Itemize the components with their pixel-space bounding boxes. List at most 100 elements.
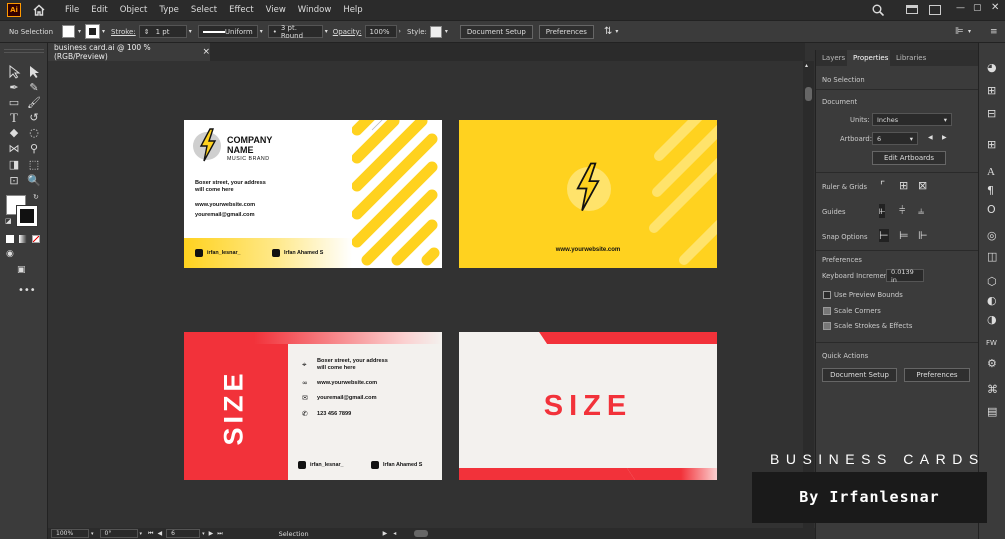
snap-glyph-icon[interactable]: ⊩ <box>918 229 928 242</box>
appearance-panel-icon[interactable]: ◎ <box>987 229 997 242</box>
menu-window[interactable]: Window <box>298 5 332 15</box>
opacity-dropdown-icon[interactable]: › <box>399 28 401 35</box>
zoom-tool-icon[interactable]: 🔍 <box>27 174 41 188</box>
lock-guides-icon[interactable]: ⫩ <box>899 204 905 218</box>
brush-select[interactable]: • 3 pt. Round <box>267 24 323 40</box>
toolbar-collapse-icon[interactable] <box>4 49 44 53</box>
align-icon[interactable]: ⊫ <box>955 26 964 37</box>
swatches-panel-icon[interactable]: ⊞ <box>987 84 996 97</box>
smart-guides-icon[interactable]: ⫨ <box>918 204 924 218</box>
graphic-styles-panel-icon[interactable]: ◫ <box>987 250 997 263</box>
zoom-field[interactable]: 100% <box>51 529 89 538</box>
transparency-panel-icon[interactable]: ◑ <box>987 313 997 326</box>
artboard-card-4[interactable]: SIZE <box>459 332 717 480</box>
menu-type[interactable]: Type <box>159 5 179 15</box>
home-icon[interactable] <box>33 4 45 16</box>
stroke-profile-select[interactable]: Uniform <box>197 25 258 38</box>
stroke-color-box[interactable] <box>16 205 38 227</box>
horizontal-scroll-thumb[interactable] <box>414 530 429 537</box>
swap-fill-stroke-icon[interactable]: ↻ <box>33 193 39 201</box>
color-panel-icon[interactable]: ◕ <box>987 61 997 74</box>
tab-libraries[interactable]: Libraries <box>896 54 926 62</box>
close-window-icon[interactable]: ✕ <box>991 2 999 13</box>
document-tab[interactable]: business card.ai @ 100 % (RGB/Preview) × <box>48 43 210 61</box>
arrange-icon[interactable]: ⇅ <box>604 26 612 37</box>
artboard-prev-icon[interactable]: ◀ <box>928 134 933 141</box>
layers-alt-icon[interactable]: ▤ <box>987 405 997 418</box>
asset-export-icon[interactable]: ⚙ <box>987 357 997 370</box>
menu-select[interactable]: Select <box>191 5 217 15</box>
rectangle-tool-icon[interactable]: ▭ <box>7 96 21 110</box>
paragraph-panel-icon[interactable]: ¶ <box>987 184 994 197</box>
eraser-tool-icon[interactable]: ◆ <box>7 126 21 140</box>
default-fill-stroke-icon[interactable]: ◪ <box>5 217 12 225</box>
3d-panel-icon[interactable]: ⬡ <box>987 275 997 288</box>
keyboard-increment-field[interactable]: 0.0139 in <box>886 268 924 284</box>
preferences-button[interactable]: Preferences <box>538 24 594 39</box>
quick-document-setup-button[interactable]: Document Setup <box>822 368 897 382</box>
fill-swatch[interactable] <box>62 25 75 38</box>
stroke-swatch[interactable] <box>85 24 101 39</box>
tab-layers[interactable]: Layers <box>822 54 845 62</box>
style-swatch[interactable] <box>429 25 442 38</box>
paintbrush-tool-icon[interactable]: 🖌 <box>27 96 41 110</box>
close-tab-icon[interactable]: × <box>202 47 210 57</box>
edit-toolbar-icon[interactable]: ••• <box>18 285 36 296</box>
scroll-thumb[interactable] <box>805 87 812 101</box>
quick-preferences-button[interactable]: Preferences <box>904 368 970 382</box>
stroke-profile-dropdown-icon[interactable]: ▾ <box>260 28 263 35</box>
none-mode-icon[interactable] <box>32 235 40 243</box>
free-transform-tool-icon[interactable]: ⬚ <box>27 158 41 172</box>
last-artboard-icon[interactable]: ⏭ <box>217 530 222 538</box>
edit-artboards-button[interactable]: Edit Artboards <box>872 151 946 165</box>
search-icon[interactable] <box>872 4 885 18</box>
grid-icon[interactable]: ⊞ <box>899 179 908 192</box>
scale-strokes-checkbox[interactable] <box>823 322 831 330</box>
artboard-next-icon[interactable]: ▶ <box>942 134 947 141</box>
artboard-select[interactable]: 6 ▾ <box>872 132 918 145</box>
artboard-nav-dropdown-icon[interactable]: ▾ <box>202 531 205 537</box>
brushes-panel-icon[interactable]: ⊟ <box>987 107 996 120</box>
arrange-dropdown-icon[interactable]: ▾ <box>615 28 618 35</box>
menu-file[interactable]: File <box>65 5 79 15</box>
previous-artboard-icon[interactable]: ◀ <box>157 530 162 537</box>
document-setup-button[interactable]: Document Setup <box>459 24 533 39</box>
transparency-grid-icon[interactable]: ⊠ <box>918 179 927 192</box>
align-dropdown-icon[interactable]: ▾ <box>968 28 971 35</box>
tab-properties[interactable]: Properties <box>853 54 888 62</box>
canvas[interactable]: COMPANY NAME MUSIC BRAND Boxer street, y… <box>48 61 805 528</box>
opacity-label[interactable]: Opacity: <box>333 28 362 36</box>
direct-selection-tool-icon[interactable] <box>27 65 41 79</box>
artboard-nav-field[interactable]: 6 <box>166 529 201 538</box>
type-tool-icon[interactable]: T <box>7 111 21 125</box>
stroke-weight-field[interactable]: ⇕ 1 pt <box>138 25 187 38</box>
eyedropper-tool-icon[interactable]: ⚲ <box>27 142 41 156</box>
menu-view[interactable]: View <box>266 5 286 15</box>
lasso-tool-icon[interactable]: ◌ <box>27 126 41 140</box>
opacity-field[interactable]: 100% <box>364 25 397 38</box>
minimize-icon[interactable]: — <box>956 3 965 13</box>
pen-tool-icon[interactable]: ✒ <box>7 81 21 95</box>
scroll-up-icon[interactable]: ▴ <box>805 62 808 69</box>
rulers-icon[interactable]: ⌜ <box>880 179 885 192</box>
menu-edit[interactable]: Edit <box>91 5 107 15</box>
restore-icon[interactable]: ▢ <box>973 3 982 13</box>
workspace-icon[interactable] <box>929 5 941 15</box>
stroke-label[interactable]: Stroke: <box>111 28 136 36</box>
shape-builder-tool-icon[interactable]: ◨ <box>7 158 21 172</box>
appearance-fx-icon[interactable]: ◐ <box>987 294 997 307</box>
brush-dropdown-icon[interactable]: ▾ <box>325 28 328 35</box>
selection-tool-icon[interactable] <box>7 65 21 79</box>
svg-interactivity-icon[interactable]: FW <box>986 339 997 347</box>
artboard-card-3[interactable]: SIZE ⌖ Boxer street, your address will c… <box>184 332 442 480</box>
menu-object[interactable]: Object <box>120 5 148 15</box>
width-tool-icon[interactable]: ⋈ <box>7 142 21 156</box>
character-panel-icon[interactable]: A <box>987 166 995 178</box>
panel-menu-icon[interactable]: ≡ <box>990 27 998 37</box>
symbols-panel-icon[interactable]: ⊞ <box>987 138 996 151</box>
status-menu-icon[interactable]: ▶ <box>383 530 388 537</box>
screen-mode-icon[interactable]: ▣ <box>17 265 26 275</box>
next-artboard-icon[interactable]: ▶ <box>209 530 214 537</box>
rotate-tool-icon[interactable]: ↺ <box>27 111 41 125</box>
draw-mode-icon[interactable]: ◉ <box>6 249 14 259</box>
